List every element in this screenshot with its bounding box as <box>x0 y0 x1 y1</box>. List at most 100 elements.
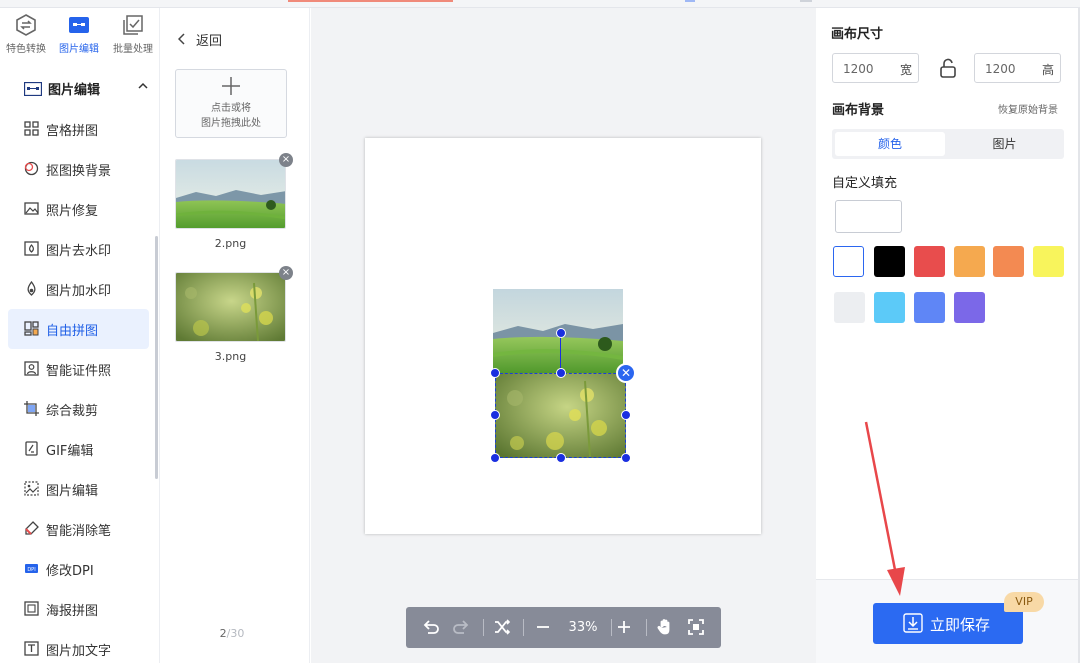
resize-handle-sw[interactable] <box>490 453 500 463</box>
remove-thumbnail-icon[interactable]: × <box>279 266 293 280</box>
shuffle-icon[interactable] <box>493 618 511 636</box>
color-swatch[interactable] <box>954 246 985 277</box>
sidebar-item-add-text[interactable]: 图片加文字 <box>8 629 149 669</box>
sidebar-item-label: 智能消除笔 <box>46 524 112 539</box>
color-swatch[interactable] <box>874 292 905 323</box>
sidebar-item-poster-collage[interactable]: 海报拼图 <box>8 589 149 629</box>
page-counter: 2/30 <box>208 627 256 640</box>
tab-feature-convert[interactable]: 特色转换 <box>1 14 51 55</box>
section-header-image-edit[interactable]: 图片编辑 <box>24 79 152 101</box>
tab-color[interactable]: 颜色 <box>835 132 945 156</box>
tab-label: 特色转换 <box>6 44 46 55</box>
image-icon <box>24 481 39 496</box>
page-total: /30 <box>226 627 245 640</box>
restore-bg-link[interactable]: 恢复原始背景 <box>998 101 1058 116</box>
poster-icon <box>24 601 39 616</box>
remove-thumbnail-icon[interactable]: × <box>279 153 293 167</box>
hand-pan-icon[interactable] <box>656 618 674 636</box>
toolbar-divider <box>483 619 484 636</box>
dpi-icon: DPI <box>25 564 38 573</box>
chevron-up-icon[interactable] <box>138 81 148 91</box>
sidebar-scrollbar[interactable] <box>155 236 158 479</box>
zoom-in-icon[interactable] <box>615 618 633 636</box>
sidebar-item-dpi[interactable]: DPI 修改DPI <box>8 549 149 589</box>
sidebar-item-photo-repair[interactable]: 照片修复 <box>8 189 149 229</box>
sidebar-item-label: 宫格拼图 <box>46 124 99 139</box>
delete-layer-icon[interactable]: ✕ <box>616 363 636 383</box>
sidebar-item-gif-edit[interactable]: GIF编辑 <box>8 429 149 469</box>
thumbnail-flowers[interactable] <box>175 272 286 342</box>
top-strip-mark <box>800 0 812 2</box>
sidebar-item-cutout[interactable]: 抠图换背景 <box>8 149 149 189</box>
sidebar-item-remove-watermark[interactable]: 图片去水印 <box>8 229 149 269</box>
canvas-height-input[interactable]: 1200 高 <box>974 53 1061 83</box>
unlock-icon[interactable] <box>939 58 957 78</box>
sidebar-item-id-photo[interactable]: 智能证件照 <box>8 349 149 389</box>
resize-handle-s[interactable] <box>556 453 566 463</box>
dropzone-text: 点击或将 <box>211 103 251 114</box>
tab-image[interactable]: 图片 <box>948 132 1061 156</box>
download-icon <box>903 613 923 633</box>
height-unit: 高 <box>1041 63 1054 77</box>
bg-type-segmented: 颜色 图片 <box>832 129 1064 159</box>
color-swatch[interactable] <box>833 246 864 277</box>
tab-label: 图片编辑 <box>59 44 99 55</box>
sidebar-item-crop[interactable]: 综合裁剪 <box>8 389 149 429</box>
color-swatch[interactable] <box>993 246 1024 277</box>
image-edit-icon <box>24 82 42 96</box>
gif-icon <box>25 441 38 456</box>
zoom-out-icon[interactable] <box>534 618 552 636</box>
sidebar-item-label: 图片加文字 <box>46 644 112 659</box>
sidebar-item-grid-collage[interactable]: 宫格拼图 <box>8 109 149 149</box>
redo-icon[interactable] <box>452 618 470 636</box>
undo-icon[interactable] <box>422 618 440 636</box>
custom-fill-label: 自定义填充 <box>832 176 898 191</box>
color-swatch[interactable] <box>914 246 945 277</box>
resize-handle-nw[interactable] <box>490 368 500 378</box>
dropzone-text: 图片拖拽此处 <box>201 118 261 129</box>
flowers-image <box>176 273 285 341</box>
save-now-button[interactable]: 立即保存 <box>873 603 1023 644</box>
resize-handle-w[interactable] <box>490 410 500 420</box>
sidebar-item-label: 修改DPI <box>46 564 94 579</box>
batch-icon <box>123 15 143 35</box>
custom-color-picker[interactable] <box>835 200 902 233</box>
fit-screen-icon[interactable] <box>687 618 705 636</box>
sidebar-item-add-watermark[interactable]: 图片加水印 <box>8 269 149 309</box>
page-current: 2 <box>219 627 227 640</box>
resize-handle-se[interactable] <box>621 453 631 463</box>
sidebar-item-label: 智能证件照 <box>46 364 112 379</box>
sidebar-item-label: 综合裁剪 <box>46 404 99 419</box>
upload-dropzone[interactable]: 点击或将 图片拖拽此处 <box>175 69 287 138</box>
add-text-icon <box>24 641 39 656</box>
sidebar-item-label: 海报拼图 <box>46 604 99 619</box>
sidebar-item-label: 图片编辑 <box>46 484 99 499</box>
id-photo-icon <box>24 361 39 376</box>
landscape-image <box>176 160 285 228</box>
tab-image-edit[interactable]: 图片编辑 <box>54 14 104 55</box>
toolbar-divider <box>523 619 524 636</box>
vip-badge: VIP <box>1004 592 1044 612</box>
width-value: 1200 <box>843 62 874 76</box>
resize-handle-n[interactable] <box>556 368 566 378</box>
resize-handle-e[interactable] <box>621 410 631 420</box>
sidebar-item-image-edit[interactable]: 图片编辑 <box>8 469 149 509</box>
tab-batch[interactable]: 批量处理 <box>108 14 158 55</box>
rotate-handle[interactable] <box>556 328 566 338</box>
color-swatch[interactable] <box>874 246 905 277</box>
canvas-width-input[interactable]: 1200 宽 <box>832 53 919 83</box>
thumbnail-filename: 3.png <box>214 350 247 363</box>
sidebar-item-free-collage[interactable]: 自由拼图 <box>8 309 149 349</box>
canvas-size-title: 画布尺寸 <box>831 27 884 42</box>
color-swatch[interactable] <box>834 292 865 323</box>
color-swatch[interactable] <box>1033 246 1064 277</box>
selection-box[interactable] <box>495 373 626 458</box>
image-edit-icon <box>69 17 89 33</box>
thumbnail-landscape[interactable] <box>175 159 286 229</box>
top-strip-mark <box>288 0 453 2</box>
color-swatch[interactable] <box>914 292 945 323</box>
svg-text:DPI: DPI <box>27 567 35 573</box>
toolbar-divider <box>646 619 647 636</box>
color-swatch[interactable] <box>954 292 985 323</box>
sidebar-item-smart-eraser[interactable]: 智能消除笔 <box>8 509 149 549</box>
